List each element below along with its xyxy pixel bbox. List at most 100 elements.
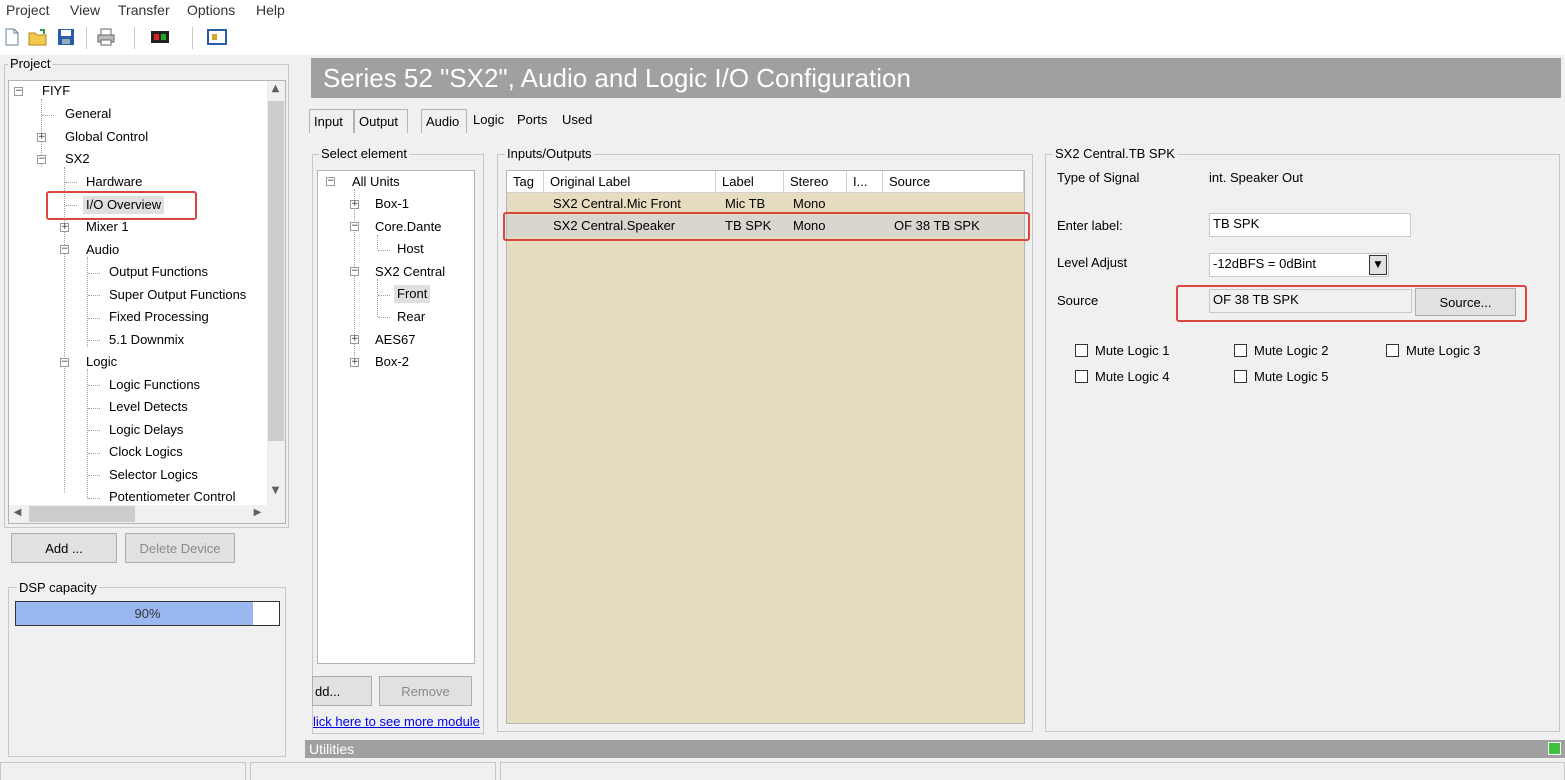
collapse-icon[interactable]: − [60,245,69,254]
tree-item-box-1[interactable]: Box-1 [372,195,412,213]
tree-item-front[interactable]: Front [394,285,431,303]
mute-logic-4-label: Mute Logic 4 [1095,369,1170,384]
toolbar-separator [86,27,87,49]
tree-item-sx2[interactable]: SX2 [62,150,93,168]
highlight-io-overview [46,191,197,220]
collapse-icon[interactable]: − [350,222,359,231]
expand-icon[interactable]: + [350,358,359,367]
menu-project[interactable]: Project [6,2,50,18]
tree-item-fixed-processing[interactable]: Fixed Processing [106,308,212,326]
column-original-label[interactable]: Original Label [544,171,716,193]
scroll-thumb[interactable] [268,101,284,441]
project-tree-vscrollbar[interactable]: ▲ ▼ [267,81,285,505]
tree-item-level-detects[interactable]: Level Detects [106,398,191,416]
level-adjust-select[interactable]: -12dBFS = 0dBint ▼ [1209,253,1389,277]
save-icon[interactable] [56,27,76,47]
more-modules-link[interactable]: lick here to see more module [313,714,483,729]
tree-item-audio[interactable]: Audio [83,241,122,259]
scroll-left-icon[interactable]: ◀ [9,507,26,518]
device-icon[interactable] [150,27,170,47]
scroll-right-icon[interactable]: ▶ [249,507,266,518]
tree-item-mixer-1[interactable]: Mixer 1 [83,218,132,236]
tree-item-fiyf[interactable]: FIYF [39,82,73,100]
collapse-icon[interactable]: − [326,177,335,186]
tree-item-hardware[interactable]: Hardware [83,173,145,191]
tree-item-selector-logics[interactable]: Selector Logics [106,466,201,484]
scroll-thumb[interactable] [29,506,135,522]
project-tree[interactable]: − FIYF General + Global Control − SX2 Ha… [8,80,286,524]
enter-label-label: Enter label: [1057,218,1123,233]
add-device-button[interactable]: Add ... [11,533,117,563]
column-i[interactable]: I... [847,171,883,193]
tab-used[interactable]: Used [558,108,596,132]
expand-icon[interactable]: + [37,133,46,142]
remove-module-button[interactable]: Remove [379,676,472,706]
label-input[interactable]: TB SPK [1209,213,1411,237]
mute-logic-4-checkbox[interactable] [1075,370,1088,383]
io-grid[interactable]: Tag Original Label Label Stereo I... Sou… [506,170,1025,724]
menu-options[interactable]: Options [187,2,235,18]
tree-line [378,250,390,251]
menu-help[interactable]: Help [256,2,285,18]
expand-icon[interactable]: + [350,335,359,344]
tree-item-sx2-central[interactable]: SX2 Central [372,263,448,281]
tree-item-host[interactable]: Host [394,240,427,258]
tab-audio[interactable]: Audio [421,109,467,133]
tree-item-5-1-downmix[interactable]: 5.1 Downmix [106,331,187,349]
scroll-up-icon[interactable]: ▲ [267,83,284,94]
project-tree-hscrollbar[interactable]: ◀ ▶ [9,505,285,523]
select-element-title: Select element [319,146,409,161]
tree-item-super-output-functions[interactable]: Super Output Functions [106,286,249,304]
column-tag[interactable]: Tag [507,171,544,193]
collapse-icon[interactable]: − [14,87,23,96]
tree-line [65,182,77,183]
tree-item-core-dante[interactable]: Core.Dante [372,218,444,236]
tree-item-all-units[interactable]: All Units [349,173,403,191]
expand-utilities-icon[interactable] [1548,742,1561,755]
tree-item-output-functions[interactable]: Output Functions [106,263,211,281]
scroll-down-icon[interactable]: ▼ [267,485,284,496]
window-icon[interactable] [207,27,227,47]
tab-logic[interactable]: Logic [469,108,508,132]
menu-transfer[interactable]: Transfer [118,2,170,18]
tree-item-potentiometer-control[interactable]: Potentiometer Control [106,488,238,506]
tab-ports[interactable]: Ports [513,108,551,132]
expand-icon[interactable]: + [60,223,69,232]
tree-item-aes67[interactable]: AES67 [372,331,418,349]
add-module-button[interactable]: dd... [312,676,372,706]
select-element-tree[interactable]: − All Units + Box-1 − Core.Dante Host − … [317,170,475,664]
print-icon[interactable] [96,27,116,47]
chevron-down-icon[interactable]: ▼ [1369,255,1387,275]
tree-item-clock-logics[interactable]: Clock Logics [106,443,186,461]
mute-logic-3-checkbox[interactable] [1386,344,1399,357]
column-label[interactable]: Label [716,171,784,193]
open-folder-icon[interactable] [28,27,48,47]
tree-item-logic[interactable]: Logic [83,353,120,371]
tree-item-rear[interactable]: Rear [394,308,428,326]
mute-logic-2-label: Mute Logic 2 [1254,343,1329,358]
tab-output[interactable]: Output [354,109,408,133]
new-file-icon[interactable] [2,27,22,47]
collapse-icon[interactable]: − [60,358,69,367]
column-stereo[interactable]: Stereo [784,171,847,193]
expand-icon[interactable]: + [350,200,359,209]
delete-device-button[interactable]: Delete Device [125,533,235,563]
dsp-title: DSP capacity [17,580,99,595]
tree-item-logic-functions[interactable]: Logic Functions [106,376,203,394]
mute-logic-1-checkbox[interactable] [1075,344,1088,357]
status-segment [250,762,496,780]
collapse-icon[interactable]: − [350,267,359,276]
tree-item-box-2[interactable]: Box-2 [372,353,412,371]
utilities-bar[interactable]: Utilities [305,740,1565,758]
level-adjust-value: -12dBFS = 0dBint [1213,256,1316,271]
tree-line [88,295,100,296]
tree-item-global-control[interactable]: Global Control [62,128,151,146]
menu-view[interactable]: View [70,2,100,18]
tree-item-logic-delays[interactable]: Logic Delays [106,421,186,439]
tab-input[interactable]: Input [309,109,354,133]
column-source[interactable]: Source [883,171,1024,193]
tree-item-general[interactable]: General [62,105,114,123]
mute-logic-5-checkbox[interactable] [1234,370,1247,383]
collapse-icon[interactable]: − [37,155,46,164]
mute-logic-2-checkbox[interactable] [1234,344,1247,357]
